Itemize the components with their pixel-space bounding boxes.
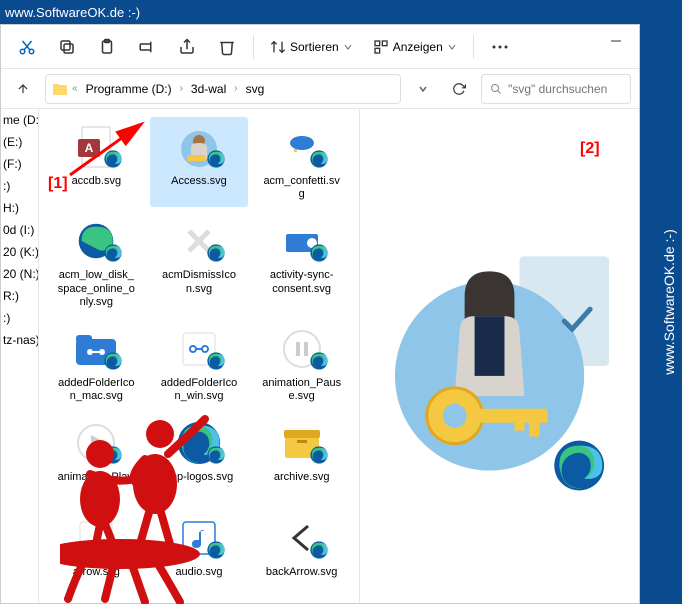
sidebar-item-3[interactable]: :) — [1, 175, 38, 197]
crumb-2[interactable]: svg — [242, 80, 269, 98]
search-icon — [490, 82, 502, 96]
file-item[interactable]: animation_Play.svg — [47, 413, 146, 503]
person-icon — [175, 123, 223, 171]
audio-icon — [175, 514, 223, 562]
chevron-right-icon: › — [180, 83, 183, 94]
archive-icon — [278, 419, 326, 467]
crumb-1[interactable]: 3d-wal — [187, 80, 230, 98]
watermark-top: www.SoftwareOK.de :-) — [5, 5, 140, 20]
sidebar: me (D:)(E:)(F:):)H:)0d (I:)20 (K:)20 (N:… — [1, 109, 39, 603]
file-item[interactable]: acm_confetti.svg — [252, 117, 351, 207]
link-icon — [175, 325, 223, 373]
sidebar-item-6[interactable]: 20 (K:) — [1, 241, 38, 263]
crumb-sep: « — [72, 83, 78, 94]
svg-text:A: A — [85, 141, 94, 155]
cut-button[interactable] — [9, 31, 45, 63]
file-label: animation_Pause.svg — [262, 377, 342, 403]
file-label: archive.svg — [274, 471, 330, 484]
sort-label: Sortieren — [290, 40, 339, 54]
back-icon — [278, 514, 326, 562]
sidebar-item-10[interactable]: tz-nas) — [1, 329, 38, 351]
file-item[interactable]: addedFolderIcon_win.svg — [150, 319, 249, 409]
sidebar-item-7[interactable]: 20 (N:) — [1, 263, 38, 285]
folder-icon — [52, 81, 68, 97]
chevron-right-icon: › — [234, 83, 237, 94]
file-label: acm_confetti.svg — [262, 175, 342, 201]
search-box[interactable] — [481, 74, 631, 104]
file-item[interactable]: animation_Pause.svg — [252, 319, 351, 409]
file-label: animation_Play.svg — [56, 471, 136, 497]
preview-image — [380, 216, 619, 496]
file-label: audio.svg — [175, 566, 222, 579]
explorer-window: Sortieren Anzeigen « Programme (D:) › 3d… — [0, 24, 640, 604]
file-item[interactable]: addedFolderIcon_mac.svg — [47, 319, 146, 409]
edge-icon — [72, 217, 120, 265]
file-label: activity-sync-consent.svg — [262, 269, 342, 295]
sidebar-item-4[interactable]: H:) — [1, 197, 38, 219]
view-label: Anzeigen — [393, 40, 443, 54]
file-label: backArrow.svg — [266, 566, 338, 579]
file-label: addedFolderIcon_mac.svg — [56, 377, 136, 403]
toolbar: Sortieren Anzeigen — [1, 25, 639, 69]
file-grid: Aaccdb.svg Access.svg acm_confetti.svg acm_… — [39, 109, 359, 603]
x-icon — [175, 217, 223, 265]
crumb-0[interactable]: Programme (D:) — [82, 80, 176, 98]
refresh-button[interactable] — [445, 75, 473, 103]
sync-icon — [278, 217, 326, 265]
share-button[interactable] — [169, 31, 205, 63]
search-input[interactable] — [508, 82, 622, 96]
file-item[interactable]: activity-sync-consent.svg — [252, 211, 351, 315]
sidebar-item-9[interactable]: :) — [1, 307, 38, 329]
file-label: acm_low_disk_space_online_only.svg — [56, 269, 136, 309]
access-icon: A — [72, 123, 120, 171]
confetti-icon — [278, 123, 326, 171]
file-item[interactable]: archive.svg — [252, 413, 351, 503]
more-button[interactable] — [482, 31, 518, 63]
preview-pane — [359, 109, 639, 603]
copy-button[interactable] — [49, 31, 85, 63]
file-label: app-logos.svg — [165, 471, 234, 484]
rename-button[interactable] — [129, 31, 165, 63]
file-item[interactable]: acmDismissIcon.svg — [150, 211, 249, 315]
file-item[interactable]: acm_low_disk_space_online_only.svg — [47, 211, 146, 315]
sidebar-item-0[interactable]: me (D:) — [1, 109, 38, 131]
pause-icon — [278, 325, 326, 373]
file-label: addedFolderIcon_win.svg — [159, 377, 239, 403]
sort-dropdown[interactable]: Sortieren — [262, 31, 361, 63]
edge-big-icon — [175, 419, 223, 467]
sidebar-item-1[interactable]: (E:) — [1, 131, 38, 153]
address-bar: « Programme (D:) › 3d-wal › svg — [1, 69, 639, 109]
breadcrumb[interactable]: « Programme (D:) › 3d-wal › svg — [45, 74, 401, 104]
file-item[interactable]: backArrow.svg — [252, 508, 351, 585]
delete-button[interactable] — [209, 31, 245, 63]
file-item[interactable]: audio.svg — [150, 508, 249, 585]
file-label: acmDismissIcon.svg — [159, 269, 239, 295]
view-dropdown[interactable]: Anzeigen — [365, 31, 465, 63]
sidebar-item-2[interactable]: (F:) — [1, 153, 38, 175]
sidebar-item-5[interactable]: 0d (I:) — [1, 219, 38, 241]
arrow-icon — [72, 514, 120, 562]
up-button[interactable] — [9, 75, 37, 103]
file-label: Access.svg — [171, 175, 227, 188]
sidebar-item-8[interactable]: R:) — [1, 285, 38, 307]
folder-icon — [72, 325, 120, 373]
dropdown-button[interactable] — [409, 75, 437, 103]
play-icon — [72, 419, 120, 467]
file-item[interactable]: arrow.svg — [47, 508, 146, 585]
minimize-button[interactable] — [593, 25, 639, 57]
watermark-right: www.SoftwareOK.de :-) — [661, 229, 677, 375]
file-label: arrow.svg — [73, 566, 120, 579]
paste-button[interactable] — [89, 31, 125, 63]
file-item[interactable]: Aaccdb.svg — [47, 117, 146, 207]
window-controls — [593, 25, 639, 57]
file-label: accdb.svg — [72, 175, 122, 188]
file-item[interactable]: app-logos.svg — [150, 413, 249, 503]
file-item[interactable]: Access.svg — [150, 117, 249, 207]
